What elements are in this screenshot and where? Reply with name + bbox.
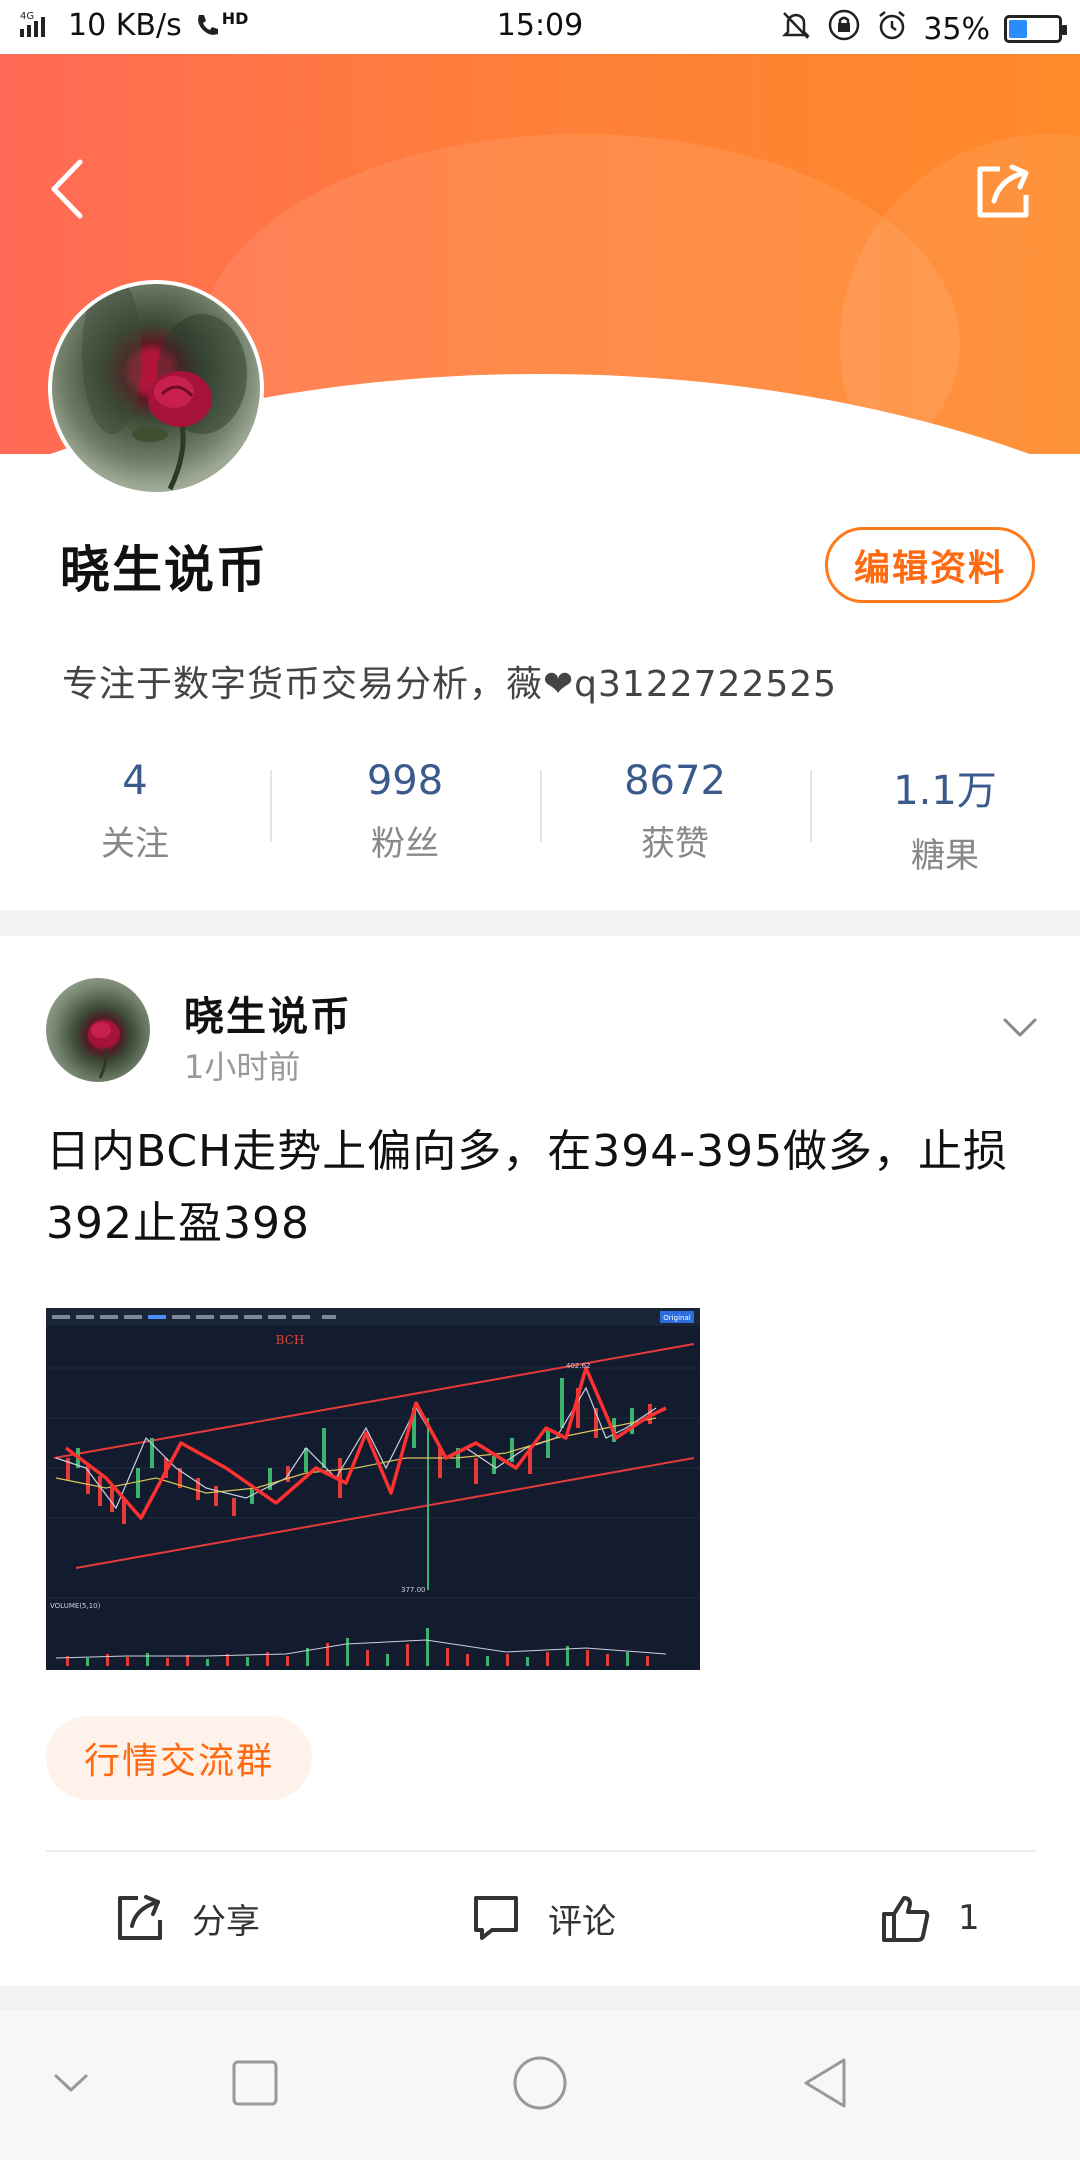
like-button[interactable]: 1 [880,1852,980,1984]
volume-bars [66,1628,649,1666]
stat-value: 998 [366,758,444,804]
stat-following[interactable]: 4 关注 [0,752,270,872]
stat-label: 粉丝 [371,824,439,864]
like-count: 1 [958,1898,980,1938]
stat-candy[interactable]: 1.1万 糖果 [810,752,1080,876]
comment-button[interactable]: 评论 [470,1852,616,1984]
post-timestamp: 1小时前 [184,1048,301,1086]
stat-followers[interactable]: 998 粉丝 [270,752,540,872]
rose-photo [88,1020,120,1079]
post-image-candlestick-chart[interactable]: Original BCH 402.62 377.00 VOLUME(5,10) [46,1308,700,1670]
stat-label: 关注 [101,824,169,864]
battery-level [1009,20,1028,38]
share-label: 分享 [192,1901,260,1942]
nav-home-button[interactable] [505,2048,575,2118]
stat-value: 4 [122,758,148,804]
edit-profile-button[interactable]: 编辑资料 [825,527,1035,603]
share-button[interactable]: 分享 [114,1852,260,1984]
status-right: 35% [779,8,1067,50]
post-text: 日内BCH走势上偏向多，在394-395做多，止损392止盈398 [46,1126,1009,1249]
chart-symbol: BCH [276,1333,305,1347]
alarm-icon [875,8,909,50]
rotation-lock-icon [827,8,861,50]
nav-recents-button[interactable] [220,2048,290,2118]
post-actions: 分享 评论 1 [0,1852,1080,1984]
status-bar: 4G 10 KB/s HD 15:09 35% [0,0,1080,54]
square-icon [232,2060,278,2106]
share-icon [977,164,1029,218]
share-icon [118,1895,162,1940]
post-card: 晓生说币 1小时前 日内BCH走势上偏向多，在394-395做多，止损392止盈… [0,936,1080,1986]
topic-tag[interactable]: 行情交流群 [46,1716,313,1800]
system-navigation-bar [0,2010,1080,2160]
battery-percent: 35% [923,11,990,47]
mute-icon [779,8,813,50]
chart-high-label: 402.62 [566,1362,591,1370]
comment-label: 评论 [548,1901,616,1942]
battery-icon [1004,15,1067,43]
comment-icon [474,1896,518,1940]
stat-likes[interactable]: 8672 获赞 [540,752,810,872]
profile-bio: 专注于数字货币交易分析，薇❤q3122722525 [62,664,838,705]
stat-value: 1.1万 [893,768,997,814]
section-divider [0,910,1080,936]
thumbs-up-icon [882,1896,930,1942]
volume-label: VOLUME(5,10) [50,1602,101,1610]
section-divider [0,1986,1080,2010]
profile-stats: 4 关注 998 粉丝 8672 获赞 1.1万 糖果 [0,752,1080,876]
circle-icon [513,2056,567,2110]
post-author-name[interactable]: 晓生说币 [184,984,352,1042]
stat-value: 8672 [624,758,726,804]
profile-avatar[interactable] [48,280,264,496]
post-more-button[interactable] [1002,1016,1038,1040]
chevron-down-icon [54,2074,88,2092]
triangle-back-icon [804,2058,846,2108]
share-profile-button[interactable] [970,159,1036,225]
post-author-avatar[interactable] [46,978,150,1082]
nav-hide-button[interactable] [36,2048,106,2118]
stat-label: 获赞 [641,824,709,864]
candles [66,1378,652,1590]
chevron-down-icon [1003,1018,1037,1037]
chart-low-label: 377.00 [401,1586,426,1594]
original-badge-text: Original [663,1314,690,1322]
rose-photo [82,284,247,491]
chevron-left-icon [51,159,83,219]
profile-name: 晓生说币 [60,541,268,599]
stat-label: 糖果 [911,836,979,876]
candlestick-chart-picture: Original BCH 402.62 377.00 VOLUME(5,10) [46,1308,700,1666]
back-button[interactable] [40,154,100,224]
nav-back-button[interactable] [792,2048,862,2118]
